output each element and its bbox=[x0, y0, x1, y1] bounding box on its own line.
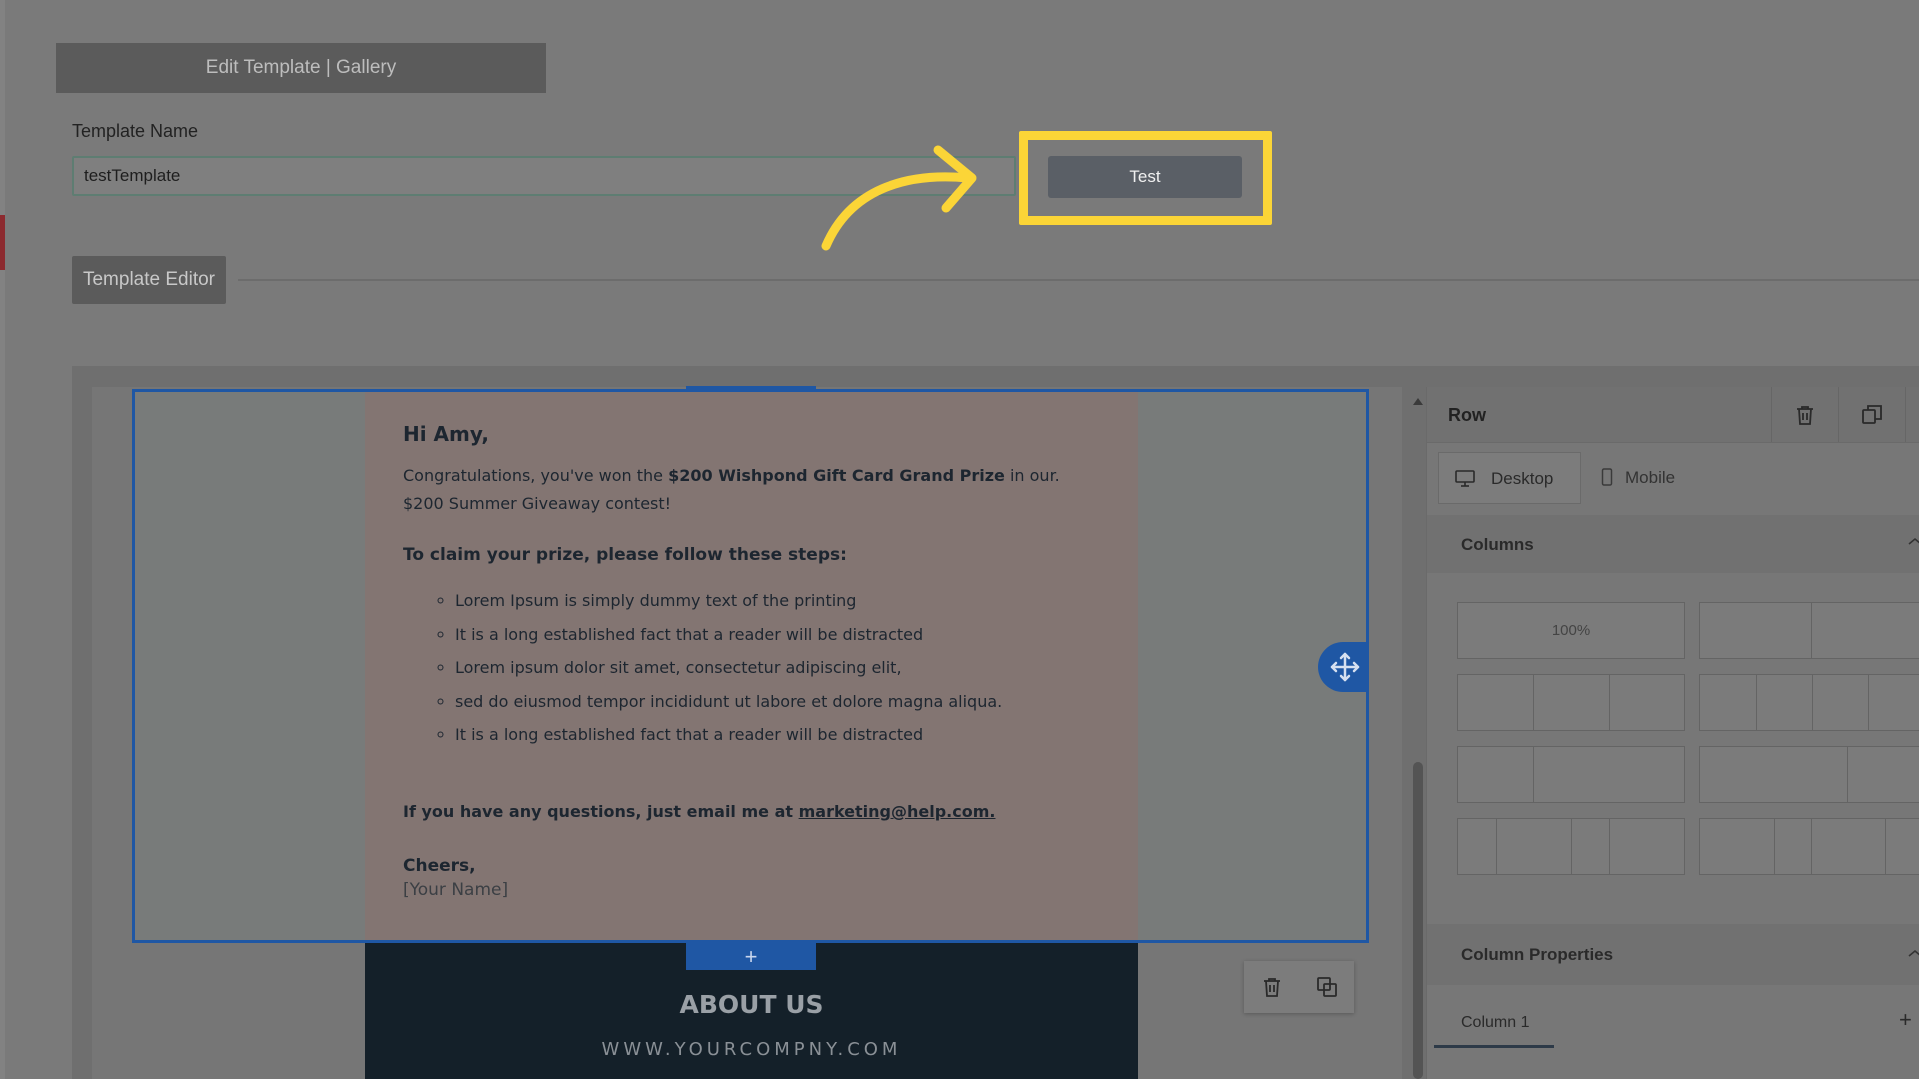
column-layout-option[interactable]: 100% bbox=[1457, 602, 1685, 659]
column-layout-option[interactable] bbox=[1457, 674, 1685, 731]
panel-divider bbox=[1905, 387, 1906, 442]
column-layout-option[interactable] bbox=[1457, 746, 1685, 803]
column-layout-option[interactable] bbox=[1699, 602, 1919, 659]
panel-header bbox=[1427, 387, 1919, 442]
column-layout-option[interactable] bbox=[1699, 746, 1919, 803]
duplicate-icon[interactable] bbox=[1316, 976, 1338, 998]
row-actions-toolbar bbox=[1244, 961, 1354, 1013]
duplicate-row-icon[interactable] bbox=[1861, 404, 1883, 426]
tab-desktop-label: Desktop bbox=[1491, 469, 1554, 488]
tab-mobile-label: Mobile bbox=[1625, 468, 1676, 487]
trash-icon[interactable] bbox=[1261, 976, 1283, 998]
tab-mobile[interactable]: Mobile bbox=[1595, 452, 1745, 504]
tab-column-1[interactable]: Column 1 bbox=[1434, 1003, 1554, 1048]
chevron-up-icon[interactable] bbox=[1907, 947, 1919, 961]
column-option-label: 100% bbox=[1551, 622, 1591, 639]
panel-title: Row bbox=[1448, 405, 1486, 425]
selected-row-outline bbox=[132, 389, 1369, 943]
pointer-arrow-icon bbox=[821, 145, 977, 251]
panel-divider bbox=[1427, 442, 1919, 443]
editor-divider bbox=[238, 279, 1919, 281]
tab-column-1-label: Column 1 bbox=[1461, 1014, 1530, 1031]
tab-template-editor[interactable]: Template Editor bbox=[72, 256, 226, 304]
panel-divider bbox=[1771, 387, 1772, 442]
tab-desktop[interactable]: Desktop bbox=[1438, 452, 1581, 504]
chevron-up-icon[interactable] bbox=[1907, 535, 1919, 549]
row-top-handle[interactable] bbox=[686, 386, 816, 390]
columns-section-title: Columns bbox=[1461, 535, 1534, 554]
test-button[interactable]: Test bbox=[1048, 156, 1242, 198]
move-icon bbox=[1330, 652, 1360, 682]
scrollbar-thumb[interactable] bbox=[1413, 762, 1423, 1079]
panel-divider bbox=[1838, 387, 1839, 442]
monitor-icon bbox=[1455, 470, 1475, 487]
about-url: WWW.YOURCOMPNY.COM bbox=[601, 1039, 902, 1060]
delete-row-icon[interactable] bbox=[1794, 404, 1816, 426]
row-settings-panel: Row Desktop Mobile Columns 100% Column P… bbox=[1426, 387, 1919, 1079]
add-column-button[interactable]: + bbox=[1899, 1007, 1912, 1033]
phone-icon bbox=[1601, 468, 1613, 486]
about-title: ABOUT US bbox=[679, 990, 824, 1019]
column-properties-title: Column Properties bbox=[1461, 945, 1614, 964]
column-layout-option[interactable] bbox=[1699, 674, 1919, 731]
move-row-handle[interactable] bbox=[1318, 642, 1368, 692]
template-name-label: Template Name bbox=[72, 121, 199, 141]
left-edge-marker bbox=[0, 215, 5, 270]
add-row-button[interactable]: + bbox=[686, 943, 816, 970]
page-tab-edit-template[interactable]: Edit Template | Gallery bbox=[56, 43, 546, 93]
column-layout-option[interactable] bbox=[1699, 818, 1919, 875]
column-layout-option[interactable] bbox=[1457, 818, 1685, 875]
active-tab-indicator bbox=[1434, 1045, 1554, 1048]
left-edge-strip bbox=[0, 0, 5, 1079]
